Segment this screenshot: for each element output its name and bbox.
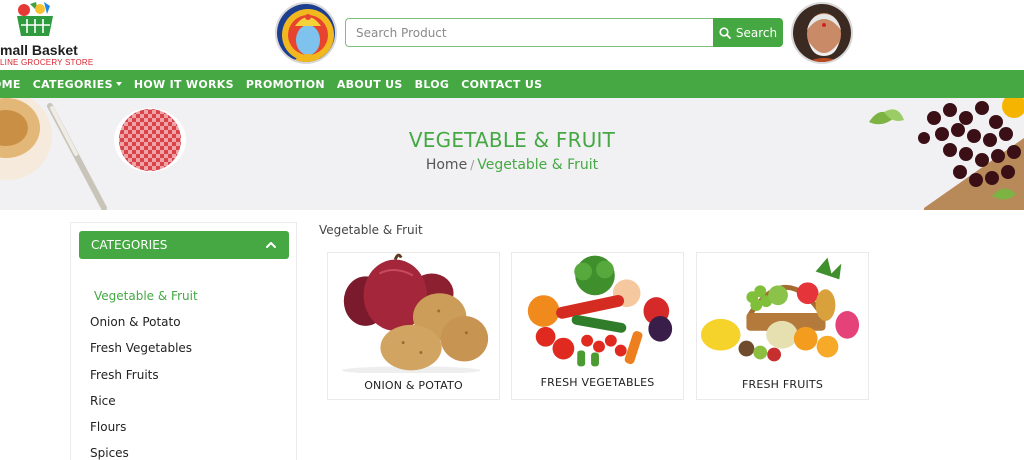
brand-tagline: LINE GROCERY STORE (0, 58, 94, 67)
nav-promotion[interactable]: PROMOTION (246, 78, 325, 91)
category-list: Vegetable & Fruit Onion & Potato Fresh V… (71, 283, 296, 460)
nav-how-it-works[interactable]: HOW IT WORKS (134, 78, 234, 91)
nav-categories-label: CATEGORIES (32, 77, 113, 91)
nav-about-us-label: ABOUT US (336, 77, 403, 91)
chevron-up-icon (266, 242, 276, 248)
category-sidebar: CATEGORIES Vegetable & Fruit Onion & Pot… (70, 222, 297, 460)
category-card-onion-potato[interactable]: ONION & POTATO (327, 252, 500, 400)
search-button-label: Search (735, 25, 778, 40)
nav-how-it-works-label: HOW IT WORKS (133, 77, 234, 91)
brand-name: mall Basket (0, 42, 78, 58)
site-logo[interactable]: mall Basket LINE GROCERY STORE (0, 2, 100, 68)
breadcrumb-separator: / (470, 158, 475, 172)
categories-heading: CATEGORIES (91, 238, 168, 252)
breadcrumb-home[interactable]: Home (426, 157, 467, 173)
card-label: FRESH FRUITS (741, 378, 824, 391)
category-item-onion-potato[interactable]: Onion & Potato (71, 309, 296, 335)
card-label: FRESH VEGETABLES (540, 376, 655, 389)
breadcrumb-current: Vegetable & Fruit (477, 157, 599, 173)
category-card-fresh-vegetables[interactable]: FRESH VEGETABLES (511, 252, 684, 400)
guru-avatar (791, 2, 853, 64)
category-card-fresh-fruits[interactable]: FRESH FRUITS (696, 252, 869, 400)
banner-decoration-right (869, 98, 1024, 210)
fresh-vegetables-image (527, 255, 673, 367)
nav-contact-us[interactable]: CONTACT US (461, 78, 542, 91)
caret-down-icon (115, 82, 122, 86)
nav-promotion-label: PROMOTION (245, 77, 325, 91)
nav-blog-label: BLOG (414, 77, 450, 91)
search-button[interactable]: Search (713, 18, 783, 47)
category-item-vegetable-fruit[interactable]: Vegetable & Fruit (71, 283, 296, 309)
basket-logo-icon (17, 2, 53, 36)
nav-home-label: OME (0, 77, 21, 91)
banner-decoration-left (0, 98, 186, 210)
deity-avatar (275, 2, 337, 64)
nav-contact-us-label: CONTACT US (461, 77, 543, 91)
nav-about-us[interactable]: ABOUT US (337, 78, 403, 91)
category-item-rice[interactable]: Rice (71, 388, 296, 414)
site-header: mall Basket LINE GROCERY STORE Search (0, 0, 1024, 70)
main-nav: OME CATEGORIES HOW IT WORKS PROMOTION AB… (0, 70, 1024, 98)
categories-toggle[interactable]: CATEGORIES (79, 231, 289, 259)
search-bar: Search (345, 18, 783, 47)
card-label: ONION & POTATO (364, 379, 463, 392)
category-item-fresh-fruits[interactable]: Fresh Fruits (71, 362, 296, 388)
page-banner: VEGETABLE & FRUIT Home / Vegetable & Fruit (0, 98, 1024, 210)
fresh-fruits-image (700, 257, 860, 362)
search-input[interactable] (345, 18, 713, 47)
category-item-flours[interactable]: Flours (71, 414, 296, 440)
nav-blog[interactable]: BLOG (415, 78, 450, 91)
breadcrumb: Home / Vegetable & Fruit (0, 157, 1024, 173)
onion-potato-image (341, 253, 489, 373)
section-label: Vegetable & Fruit (319, 223, 423, 237)
search-icon (719, 26, 731, 39)
category-item-spices[interactable]: Spices (71, 440, 296, 460)
category-item-fresh-vegetables[interactable]: Fresh Vegetables (71, 335, 296, 361)
nav-categories[interactable]: CATEGORIES (33, 78, 122, 91)
nav-home[interactable]: OME (0, 78, 21, 91)
page-title: VEGETABLE & FRUIT (408, 128, 616, 152)
